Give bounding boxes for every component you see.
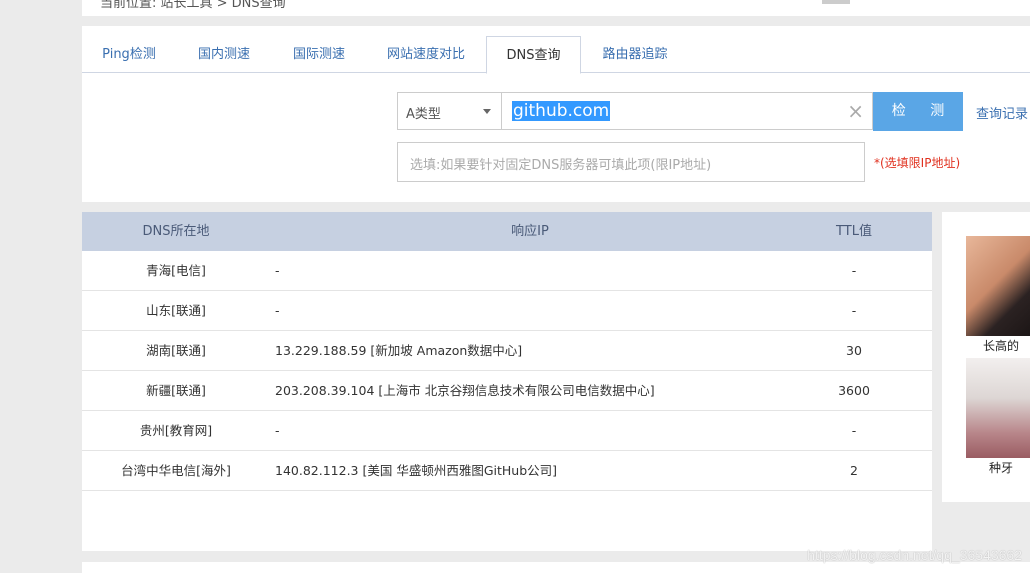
tool-panel: Ping检测 国内测速 国际测速 网站速度对比 DNS查询 路由器追踪 A类型 … [82,26,1030,202]
top-strip: 当前位置: 站长工具 > DNS查询 [82,0,1030,16]
row-location: 台湾中华电信[海外] [121,463,231,478]
row-ip: - [275,303,280,318]
ad-image [966,358,1030,458]
header-ip: 响应IP [511,224,549,239]
table-row: 台湾中华电信[海外] 140.82.112.3 [美国 华盛顿州西雅图GitHu… [82,451,932,491]
row-ip: 203.208.39.104 [上海市 北京谷翔信息技术有限公司电信数据中心] [275,383,655,398]
row-ttl: 30 [846,343,862,358]
table-row: 新疆[联通] 203.208.39.104 [上海市 北京谷翔信息技术有限公司电… [82,371,932,411]
domain-input[interactable]: github.com × [502,92,873,130]
tab-domestic-speed[interactable]: 国内测速 [176,36,272,72]
row-location: 山东[联通] [146,303,206,318]
dns-server-placeholder: 选填:如果要针对固定DNS服务器可填此项(限IP地址) [410,158,712,173]
record-type-value: A类型 [406,107,441,122]
domain-value: github.com [512,101,611,121]
table-row: 青海[电信] - - [82,251,932,291]
chevron-down-icon [483,109,491,114]
header-ttl: TTL值 [836,224,872,239]
row-location: 新疆[联通] [146,383,206,398]
detect-button[interactable]: 检 测 [873,92,963,131]
clear-icon[interactable]: × [847,99,864,123]
row-ttl: 3600 [838,383,870,398]
tab-dns-query[interactable]: DNS查询 [486,36,581,74]
row-ip: 140.82.112.3 [美国 华盛顿州西雅图GitHub公司] [275,463,558,478]
table-header: DNS所在地 响应IP TTL值 [82,212,932,251]
dns-server-input[interactable]: 选填:如果要针对固定DNS服务器可填此项(限IP地址) [397,142,865,182]
row-location: 贵州[教育网] [139,423,213,438]
row-location: 湖南[联通] [146,343,206,358]
ad-caption: 长高的 [982,339,1019,353]
tab-ping[interactable]: Ping检测 [82,36,176,72]
results-table: DNS所在地 响应IP TTL值 青海[电信] - - 山东[联通] - - 湖… [82,212,932,551]
query-history-link[interactable]: 查询记录 [976,103,1028,122]
row-ttl: 2 [850,463,858,478]
row-ttl: - [851,303,857,318]
watermark: https://blog.csdn.net/qq_36543662 [807,547,1022,563]
row-location: 青海[电信] [146,263,206,278]
table-row: 湖南[联通] 13.229.188.59 [新加坡 Amazon数据中心] 30 [82,331,932,371]
row-ip: 13.229.188.59 [新加坡 Amazon数据中心] [275,343,523,358]
table-row: 山东[联通] - - [82,291,932,331]
ad-image [966,236,1030,336]
top-right-box [822,0,850,4]
ad-item[interactable]: 种牙 [966,358,1030,476]
row-ttl: - [851,423,857,438]
table-row: 贵州[教育网] - - [82,411,932,451]
tab-speed-compare[interactable]: 网站速度对比 [366,36,486,72]
row-ip: - [275,263,280,278]
tab-bar: Ping检测 国内测速 国际测速 网站速度对比 DNS查询 路由器追踪 [82,36,1030,74]
ad-sidebar: 长高的 种牙 [942,212,1030,502]
bottom-strip [82,562,1030,573]
row-ttl: - [851,263,857,278]
dns-server-hint: *(选填限IP地址) [874,156,961,170]
tab-traceroute[interactable]: 路由器追踪 [581,36,689,72]
row-ip: - [275,423,280,438]
record-type-select[interactable]: A类型 [397,92,502,130]
breadcrumb: 当前位置: 站长工具 > DNS查询 [100,0,286,11]
ad-item[interactable]: 长高的 [966,236,1030,354]
header-location: DNS所在地 [142,224,210,239]
ad-caption: 种牙 [988,461,1013,475]
tab-international-speed[interactable]: 国际测速 [272,36,366,72]
